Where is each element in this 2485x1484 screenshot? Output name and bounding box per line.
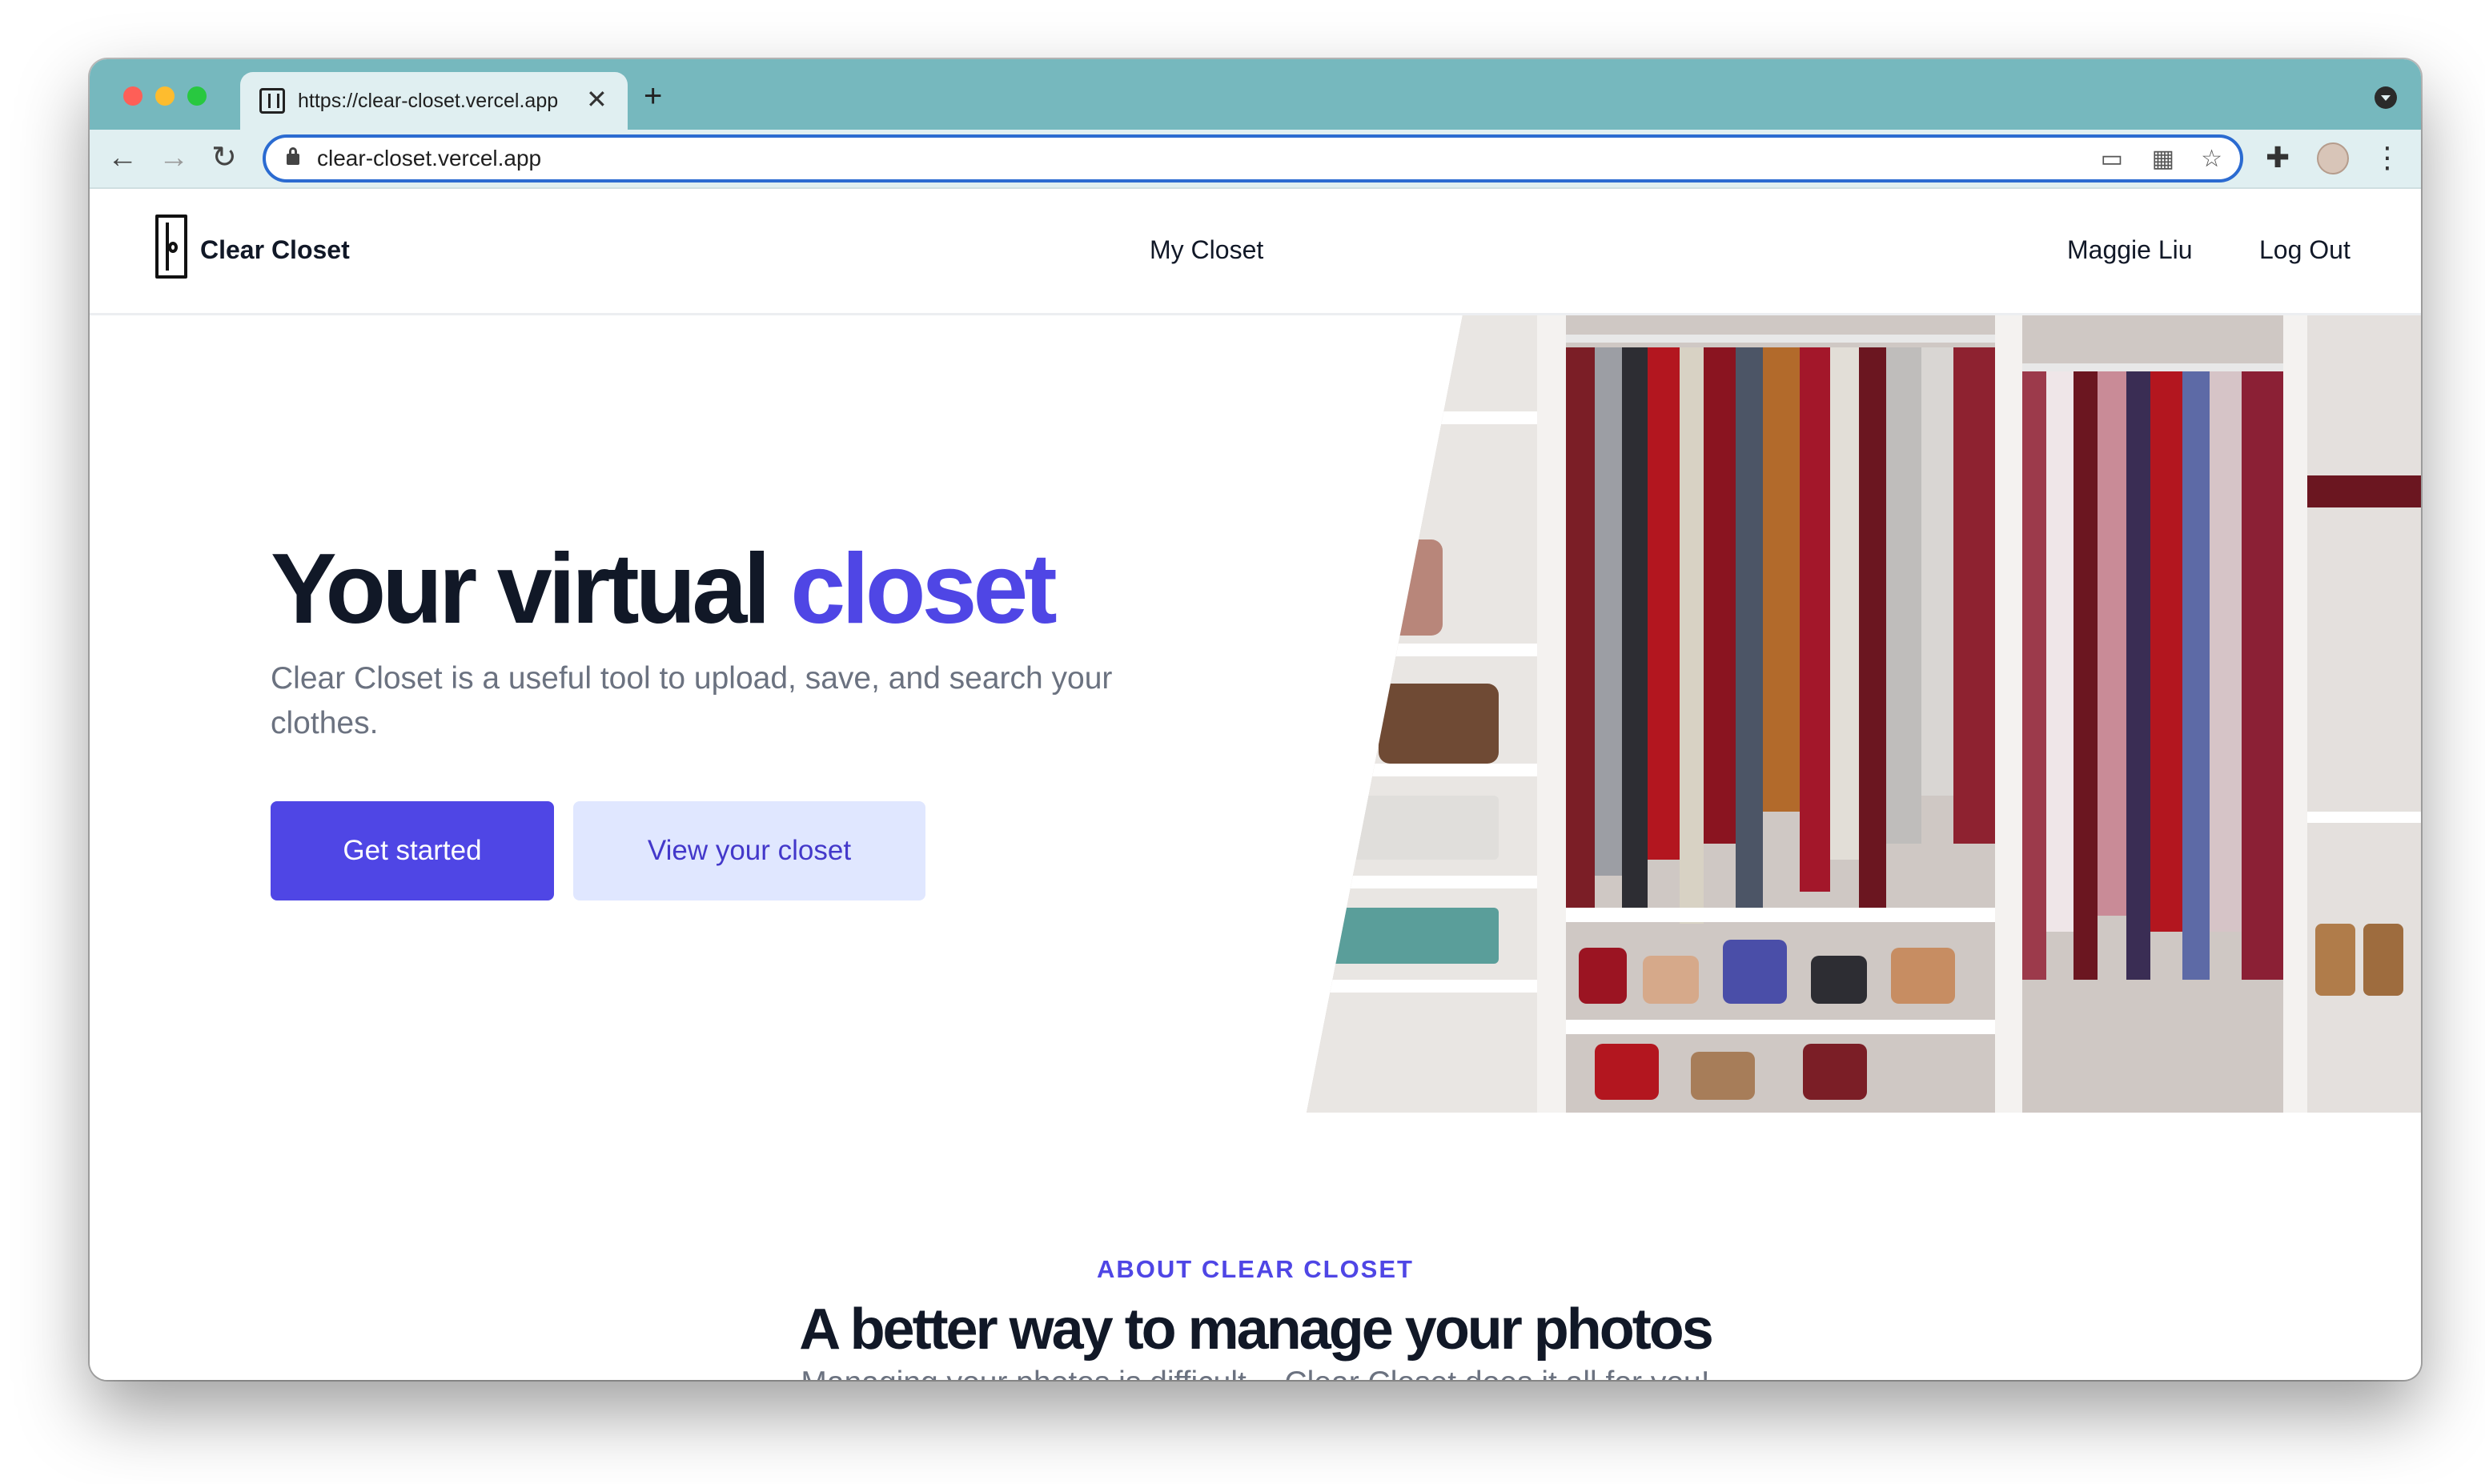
site-header: Clear Closet My Closet Maggie Liu Log Ou… — [90, 189, 2421, 315]
web-page: Clear Closet My Closet Maggie Liu Log Ou… — [90, 189, 2421, 1380]
logout-link[interactable]: Log Out — [2259, 235, 2351, 265]
lock-icon[interactable] — [287, 147, 299, 165]
close-window-button[interactable] — [123, 86, 143, 106]
tab-title: https://clear-closet.vercel.app — [298, 90, 559, 112]
logo-text[interactable]: Clear Closet — [200, 235, 350, 265]
extensions-puzzle-icon[interactable]: ✚ — [2266, 139, 2290, 176]
qr-code-icon[interactable]: ▦ — [2152, 146, 2174, 173]
browser-window: https://clear-closet.vercel.app ✕ + ← → … — [90, 59, 2421, 1380]
address-bar-url[interactable]: clear-closet.vercel.app — [317, 146, 541, 171]
about-subtitle: Managing your photos is difficult -- Cle… — [90, 1366, 2421, 1380]
hero-title-accent: closet — [790, 534, 1057, 644]
maximize-window-button[interactable] — [187, 86, 207, 106]
tab-search-icon[interactable] — [2375, 86, 2397, 109]
reload-icon[interactable]: ↻ — [211, 139, 237, 176]
more-menu-icon[interactable]: ⋮ — [2373, 139, 2402, 176]
about-kicker: ABOUT CLEAR CLOSET — [1097, 1255, 1414, 1283]
hero-title-main: Your virtual — [271, 534, 791, 644]
new-tab-button[interactable]: + — [644, 80, 662, 112]
hero-subtitle: Clear Closet is a useful tool to upload,… — [271, 661, 1113, 740]
closet-favicon-icon — [259, 88, 285, 114]
closet-hero-image — [1307, 315, 2421, 1113]
get-started-button[interactable]: Get started — [271, 801, 554, 900]
nav-link-my-closet[interactable]: My Closet — [1150, 235, 1263, 265]
browser-tab[interactable]: https://clear-closet.vercel.app ✕ — [240, 72, 628, 130]
back-arrow-icon[interactable]: ← — [107, 139, 138, 176]
closet-logo-icon[interactable] — [155, 215, 187, 279]
address-bar[interactable]: clear-closet.vercel.app ▭ ▦ ☆ — [263, 134, 2243, 182]
bookmark-star-icon[interactable]: ☆ — [2201, 146, 2222, 173]
forward-arrow-icon[interactable]: → — [159, 139, 189, 176]
profile-avatar[interactable] — [2317, 142, 2349, 174]
hero-title: Your virtual closet — [271, 533, 1058, 645]
user-name-link[interactable]: Maggie Liu — [2067, 235, 2193, 265]
about-title: A better way to manage your photos — [799, 1297, 1714, 1362]
view-closet-button[interactable]: View your closet — [573, 801, 925, 900]
browser-tab-bar: https://clear-closet.vercel.app ✕ + — [90, 59, 2421, 130]
browser-toolbar: ← → ↻ clear-closet.vercel.app ▭ ▦ ☆ ✚ ⋮ — [90, 130, 2421, 189]
close-tab-icon[interactable]: ✕ — [586, 86, 608, 112]
cast-icon[interactable]: ▭ — [2101, 146, 2123, 173]
minimize-window-button[interactable] — [155, 86, 175, 106]
